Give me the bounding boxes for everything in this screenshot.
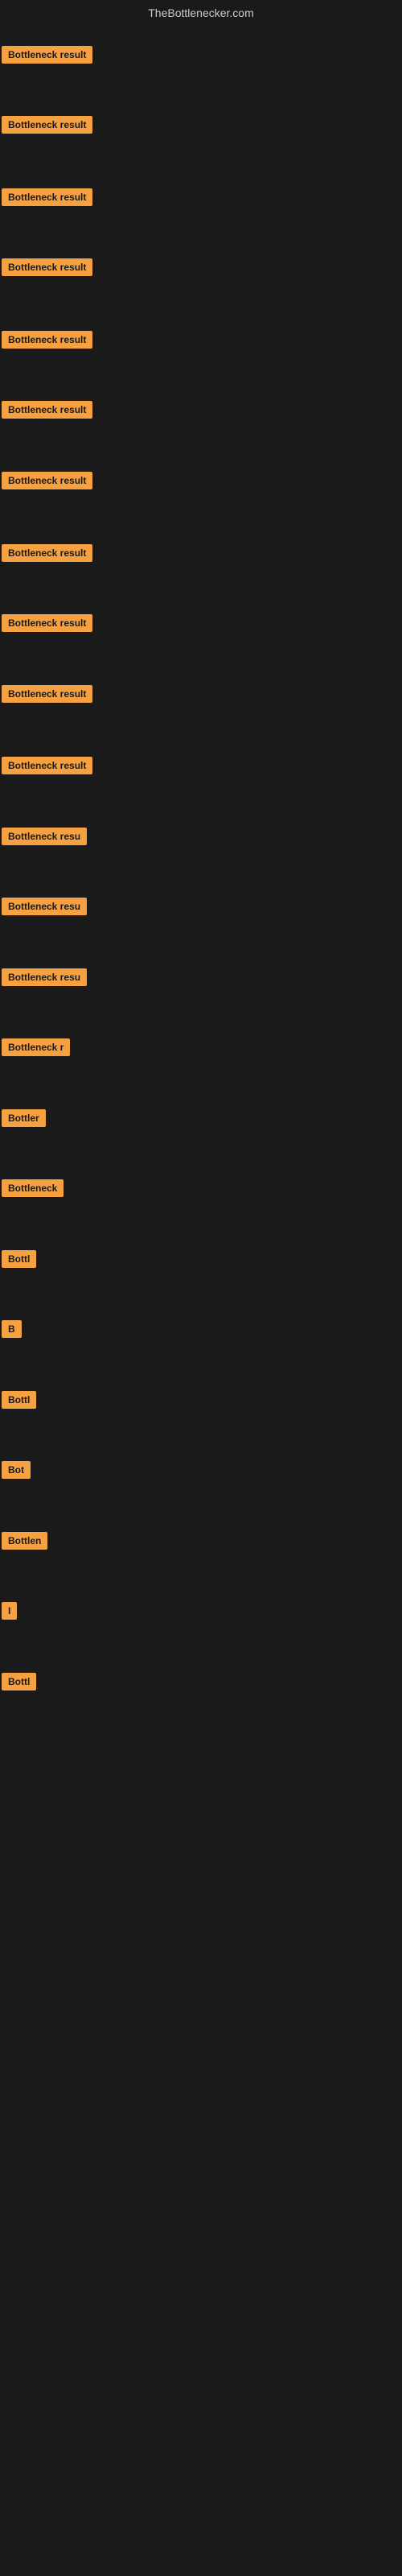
bottleneck-badge-7: Bottleneck result xyxy=(2,472,92,489)
bottleneck-badge-20: Bottl xyxy=(2,1391,36,1409)
bottleneck-badge-16: Bottler xyxy=(2,1109,46,1127)
result-item-5: Bottleneck result xyxy=(2,331,92,353)
bottleneck-badge-11: Bottleneck result xyxy=(2,757,92,774)
bottleneck-badge-1: Bottleneck result xyxy=(2,46,92,64)
page-container: TheBottlenecker.com Bottleneck result Bot… xyxy=(0,0,402,2576)
result-item-2: Bottleneck result xyxy=(2,116,92,138)
bottleneck-badge-24: Bottl xyxy=(2,1673,36,1690)
bottleneck-badge-6: Bottleneck result xyxy=(2,401,92,419)
result-item-6: Bottleneck result xyxy=(2,401,92,423)
bottleneck-badge-14: Bottleneck resu xyxy=(2,968,87,986)
bottleneck-badge-3: Bottleneck result xyxy=(2,188,92,206)
bottleneck-badge-4: Bottleneck result xyxy=(2,258,92,276)
result-item-19: B xyxy=(2,1320,22,1342)
result-item-4: Bottleneck result xyxy=(2,258,92,280)
result-item-17: Bottleneck xyxy=(2,1179,64,1201)
result-item-11: Bottleneck result xyxy=(2,757,92,778)
bottleneck-badge-18: Bottl xyxy=(2,1250,36,1268)
bottleneck-badge-10: Bottleneck result xyxy=(2,685,92,703)
result-item-9: Bottleneck result xyxy=(2,614,92,636)
result-item-13: Bottleneck resu xyxy=(2,898,87,919)
bottleneck-badge-21: Bot xyxy=(2,1461,31,1479)
bottleneck-badge-17: Bottleneck xyxy=(2,1179,64,1197)
bottleneck-badge-19: B xyxy=(2,1320,22,1338)
bottleneck-badge-5: Bottleneck result xyxy=(2,331,92,349)
bottleneck-badge-22: Bottlen xyxy=(2,1532,47,1550)
bottleneck-badge-23: I xyxy=(2,1602,17,1620)
result-item-7: Bottleneck result xyxy=(2,472,92,493)
result-item-12: Bottleneck resu xyxy=(2,828,87,849)
result-item-3: Bottleneck result xyxy=(2,188,92,210)
bottleneck-badge-12: Bottleneck resu xyxy=(2,828,87,845)
result-item-20: Bottl xyxy=(2,1391,36,1413)
result-item-15: Bottleneck r xyxy=(2,1038,70,1060)
bottleneck-badge-8: Bottleneck result xyxy=(2,544,92,562)
bottleneck-badge-2: Bottleneck result xyxy=(2,116,92,134)
result-item-1: Bottleneck result xyxy=(2,46,92,68)
result-item-23: I xyxy=(2,1602,17,1624)
result-item-18: Bottl xyxy=(2,1250,36,1272)
site-title: TheBottlenecker.com xyxy=(0,0,402,26)
result-item-21: Bot xyxy=(2,1461,31,1483)
result-item-24: Bottl xyxy=(2,1673,36,1695)
result-item-10: Bottleneck result xyxy=(2,685,92,707)
bottleneck-badge-13: Bottleneck resu xyxy=(2,898,87,915)
result-item-22: Bottlen xyxy=(2,1532,47,1554)
result-item-14: Bottleneck resu xyxy=(2,968,87,990)
bottleneck-badge-15: Bottleneck r xyxy=(2,1038,70,1056)
bottleneck-badge-9: Bottleneck result xyxy=(2,614,92,632)
result-item-16: Bottler xyxy=(2,1109,46,1131)
result-item-8: Bottleneck result xyxy=(2,544,92,566)
